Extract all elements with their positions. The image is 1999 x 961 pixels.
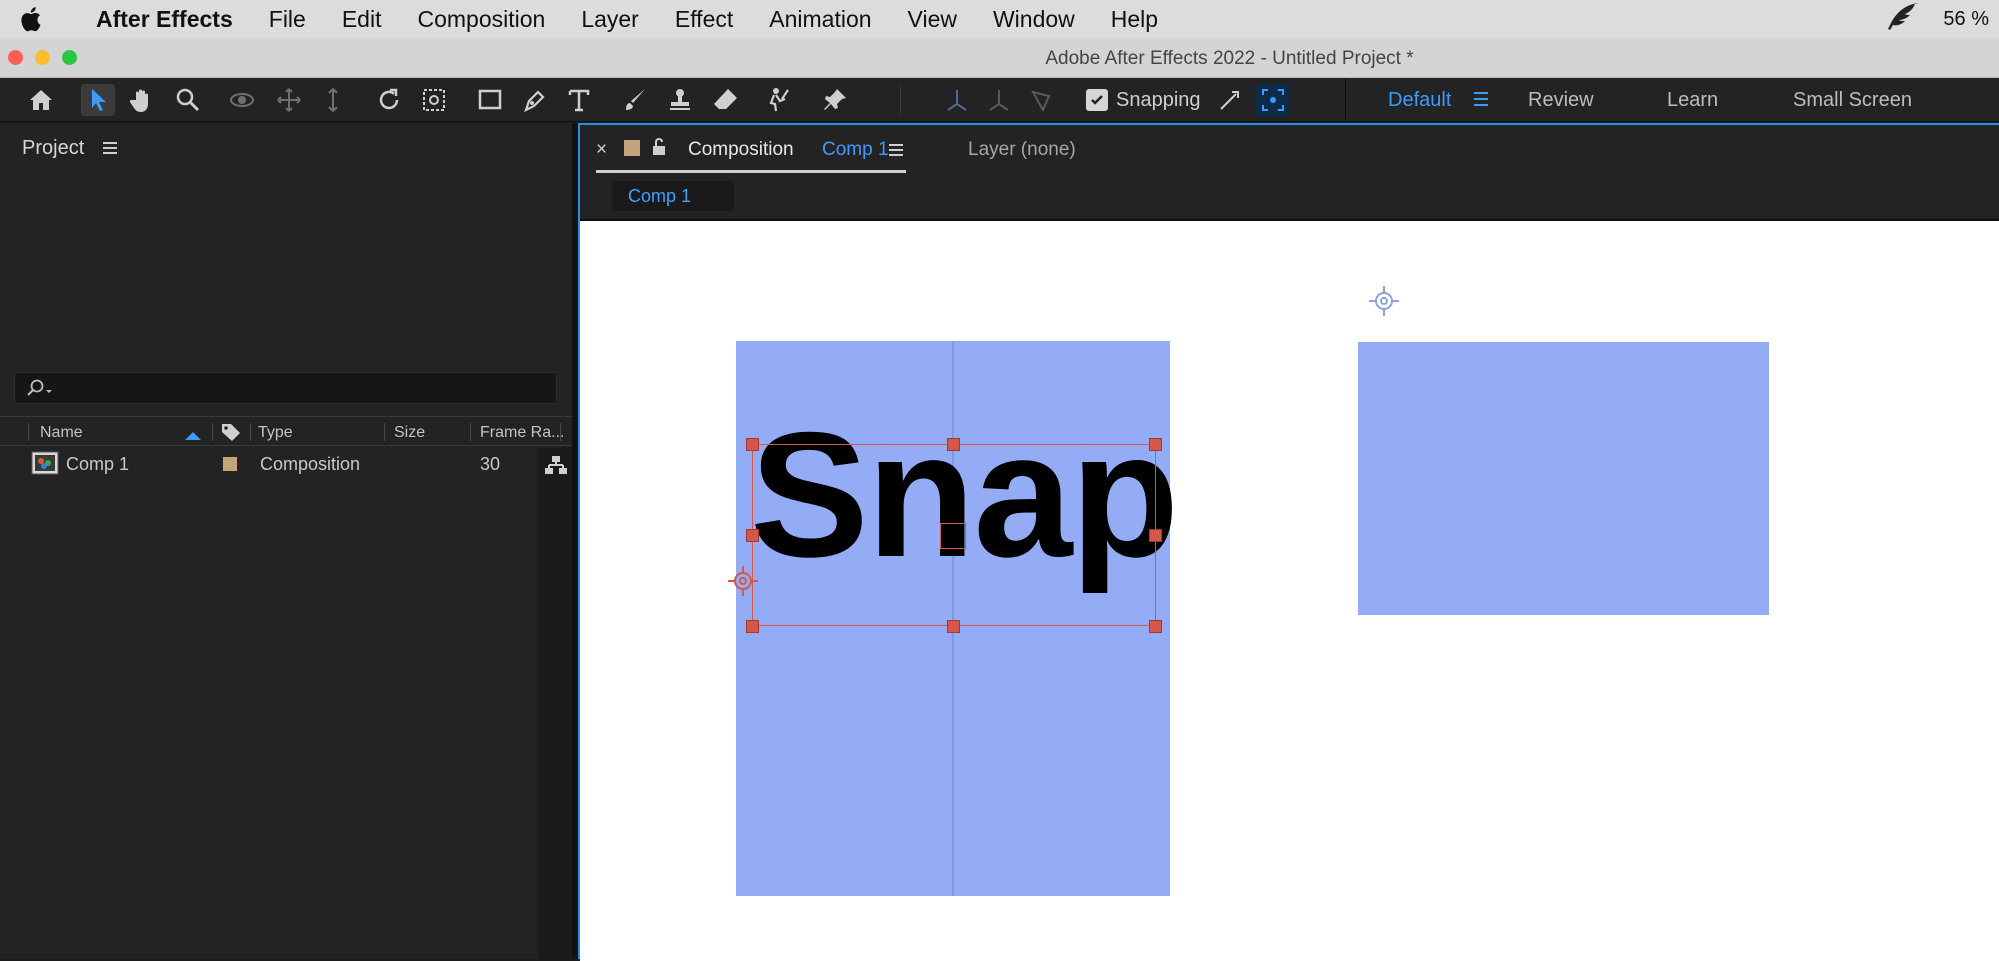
- tab-composition-name: Comp 1: [822, 139, 889, 160]
- transform-handle-bottom-right[interactable]: [1149, 620, 1162, 633]
- snapping-label: Snapping: [1116, 88, 1201, 111]
- composition-icon: [31, 451, 59, 480]
- home-icon[interactable]: [24, 84, 58, 116]
- clone-stamp-icon[interactable]: [663, 84, 697, 116]
- selection-tool-icon[interactable]: [81, 84, 115, 116]
- snapping-checkbox[interactable]: [1086, 89, 1108, 111]
- menu-window[interactable]: Window: [975, 6, 1093, 33]
- column-frame-rate[interactable]: Frame Ra...: [480, 424, 564, 442]
- tab-composition-label: Composition: [688, 139, 794, 160]
- project-panel-title[interactable]: Project: [22, 137, 84, 160]
- panel-menu-icon[interactable]: [888, 142, 904, 164]
- puppet-pin-icon[interactable]: [818, 84, 852, 116]
- transform-handle-top-center[interactable]: [947, 438, 960, 451]
- axis-local-icon[interactable]: [940, 84, 974, 116]
- pan-camera-icon[interactable]: [272, 84, 306, 116]
- search-icon: [25, 378, 55, 403]
- project-column-header: Name Type Size Frame Ra...: [0, 416, 572, 446]
- panel-menu-icon[interactable]: [102, 140, 118, 161]
- workspace-divider: [1345, 78, 1346, 122]
- dolly-camera-icon[interactable]: [316, 84, 350, 116]
- transform-handle-bottom-center[interactable]: [947, 620, 960, 633]
- type-tool-icon[interactable]: [562, 84, 596, 116]
- label-tag-icon[interactable]: [220, 422, 242, 447]
- menu-file[interactable]: File: [251, 6, 324, 33]
- axis-world-icon[interactable]: [982, 84, 1016, 116]
- anchor-point-icon[interactable]: [1367, 284, 1401, 323]
- window-title: Adobe After Effects 2022 - Untitled Proj…: [1045, 48, 1414, 69]
- apple-icon[interactable]: [0, 5, 60, 33]
- app-name-menu[interactable]: After Effects: [60, 6, 251, 33]
- menu-help[interactable]: Help: [1093, 6, 1176, 33]
- pan-behind-tool-icon[interactable]: [417, 84, 451, 116]
- close-icon[interactable]: ×: [596, 139, 607, 161]
- mac-menu-bar: After Effects File Edit Composition Laye…: [0, 0, 1999, 38]
- axis-view-icon[interactable]: [1024, 84, 1058, 116]
- menu-effect[interactable]: Effect: [657, 6, 751, 33]
- eraser-icon[interactable]: [708, 84, 742, 116]
- snapping-toggle[interactable]: Snapping: [1086, 86, 1201, 114]
- tools-panel: Snapping Default Review Learn Small Scre…: [0, 78, 1999, 122]
- comp-navigator-tab[interactable]: Comp 1: [612, 181, 734, 211]
- rectangle-tool-icon[interactable]: [473, 84, 507, 116]
- project-item-frame-rate: 30: [480, 454, 501, 474]
- solid-layer-right[interactable]: [1358, 342, 1769, 615]
- transform-handle-middle-right[interactable]: [1149, 529, 1162, 542]
- anchor-point-icon[interactable]: [726, 564, 760, 603]
- column-type[interactable]: Type: [258, 424, 293, 442]
- composition-viewer[interactable]: Snap: [580, 219, 1999, 961]
- brush-tool-icon[interactable]: [618, 84, 652, 116]
- label-color-swatch: [624, 140, 640, 156]
- project-item-name: Comp 1: [66, 454, 130, 474]
- menu-layer[interactable]: Layer: [563, 6, 657, 33]
- roto-brush-icon[interactable]: [763, 84, 797, 116]
- snap-features-icon[interactable]: [1256, 84, 1290, 116]
- transform-handle-top-left[interactable]: [746, 438, 759, 451]
- text-center-marker: [940, 523, 966, 549]
- tab-composition[interactable]: × Composition Comp 1: [596, 125, 906, 173]
- project-panel: Project Name Type Size Frame Ra... Comp …: [0, 123, 572, 959]
- hand-tool-icon[interactable]: [125, 84, 159, 116]
- menu-edit[interactable]: Edit: [324, 6, 400, 33]
- composition-panel: × Composition Comp 1 Layer (none) Comp 1…: [578, 123, 1999, 961]
- transform-handle-bottom-left[interactable]: [746, 620, 759, 633]
- workspace-small-screen[interactable]: Small Screen: [1793, 89, 1912, 112]
- column-size[interactable]: Size: [394, 424, 425, 442]
- menu-view[interactable]: View: [890, 6, 975, 33]
- unlock-icon[interactable]: [652, 138, 666, 162]
- toolbar-divider: [900, 86, 901, 114]
- feather-icon[interactable]: [1885, 1, 1921, 37]
- transform-handle-middle-left[interactable]: [746, 529, 759, 542]
- workspace-learn[interactable]: Learn: [1667, 89, 1718, 112]
- flowchart-icon[interactable]: [544, 455, 568, 480]
- workspace-review[interactable]: Review: [1528, 89, 1594, 112]
- rotation-tool-icon[interactable]: [372, 84, 406, 116]
- project-item-row[interactable]: Comp 1 Composition 30: [0, 447, 540, 479]
- battery-percentage[interactable]: 56 %: [1943, 8, 1989, 31]
- zoom-tool-icon[interactable]: [171, 84, 205, 116]
- project-flowchart-column: [538, 447, 572, 959]
- composition-tab-bar: × Composition Comp 1 Layer (none): [580, 125, 1999, 173]
- pen-tool-icon[interactable]: [518, 84, 552, 116]
- transform-handle-top-right[interactable]: [1149, 438, 1162, 451]
- window-title-bar: Adobe After Effects 2022 - Untitled Proj…: [0, 38, 1999, 78]
- tab-layer[interactable]: Layer (none): [968, 139, 1076, 161]
- project-search-input[interactable]: [14, 372, 557, 404]
- column-name[interactable]: Name: [40, 424, 83, 442]
- menu-animation[interactable]: Animation: [751, 6, 889, 33]
- workspace-default[interactable]: Default: [1388, 89, 1451, 112]
- orbit-camera-icon[interactable]: [225, 84, 259, 116]
- label-color-swatch[interactable]: [223, 457, 237, 471]
- project-item-type: Composition: [260, 454, 361, 474]
- menu-composition[interactable]: Composition: [399, 6, 563, 33]
- snap-edges-icon[interactable]: [1213, 84, 1247, 116]
- sort-ascending-icon[interactable]: [184, 427, 202, 445]
- workspace-menu-icon[interactable]: [1473, 90, 1489, 113]
